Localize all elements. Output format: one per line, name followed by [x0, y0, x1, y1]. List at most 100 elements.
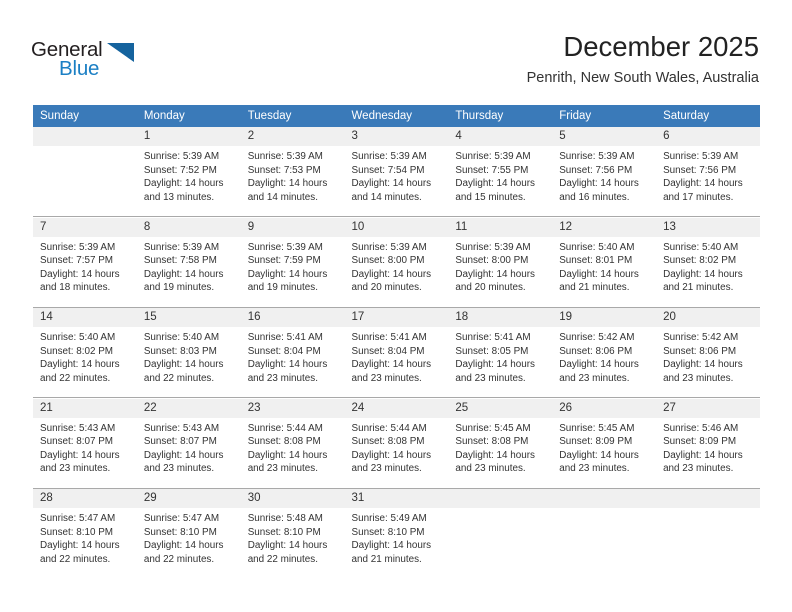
day-cell-inner: 3 Sunrise: 5:39 AM Sunset: 7:54 PM Daylight… [344, 127, 449, 216]
calendar-cell-empty [33, 127, 137, 217]
sunrise-time: Sunrise: 5:47 AM [143, 513, 220, 524]
day-number: 20 [656, 308, 760, 327]
sunrise-time: Sunrise: 5:40 AM [40, 332, 116, 343]
calendar-day-cell[interactable]: 18 Sunrise: 5:41 AM Sunset: 8:05 PM Dayligh… [448, 308, 553, 398]
day-number: 23 [240, 398, 345, 418]
sunset-time: Sunset: 8:08 PM [351, 436, 425, 448]
sunrise-time: Sunrise: 5:39 AM [40, 241, 116, 253]
daylight-duration-line1: Daylight: 14 hours [40, 540, 120, 552]
calendar-day-cell[interactable]: 17 Sunrise: 5:41 AM Sunset: 8:04 PM Dayligh… [344, 308, 449, 398]
daylight-duration-line2: and 22 minutes. [143, 372, 215, 384]
day-cell-inner: 10 Sunrise: 5:39 AM Sunset: 8:00 PM Dayligh… [344, 217, 449, 307]
sunrise-time: Sunrise: 5:40 AM [663, 241, 739, 253]
calendar-day-cell[interactable]: 21 Sunrise: 5:43 AM Sunset: 8:07 PM Dayligh… [33, 398, 137, 489]
sunset-time: Sunset: 8:00 PM [455, 255, 529, 267]
weekday-header-sunday: Sunday [33, 105, 137, 127]
daylight-duration-line1: Daylight: 14 hours [247, 268, 328, 280]
day-number [448, 489, 553, 508]
calendar-day-cell[interactable]: 19 Sunrise: 5:42 AM Sunset: 8:06 PM Dayligh… [552, 308, 657, 398]
calendar-day-cell[interactable]: 1 Sunrise: 5:39 AM Sunset: 7:52 PM Daylight… [136, 127, 241, 217]
day-number: 6 [656, 127, 760, 146]
calendar-day-cell[interactable]: 11 Sunrise: 5:39 AM Sunset: 8:00 PM Dayligh… [448, 217, 553, 308]
daylight-duration-line2: and 22 minutes. [247, 553, 318, 565]
calendar-day-cell[interactable]: 5 Sunrise: 5:39 AM Sunset: 7:56 PM Daylight… [552, 127, 657, 217]
daylight-duration-line1: Daylight: 14 hours [143, 449, 224, 461]
calendar-day-cell[interactable]: 20 Sunrise: 5:42 AM Sunset: 8:06 PM Dayligh… [656, 308, 760, 398]
daylight-duration-line1: Daylight: 14 hours [351, 359, 432, 371]
sunset-time: Sunset: 7:57 PM [40, 255, 114, 267]
daylight-duration-line2: and 22 minutes. [40, 372, 111, 384]
calendar-day-cell[interactable]: 4 Sunrise: 5:39 AM Sunset: 7:55 PM Daylight… [448, 127, 553, 217]
weekday-header-wednesday: Wednesday [344, 105, 449, 127]
calendar-day-cell[interactable]: 10 Sunrise: 5:39 AM Sunset: 8:00 PM Dayligh… [344, 217, 449, 308]
sunset-time: Sunset: 7:58 PM [143, 255, 217, 267]
sunrise-time: Sunrise: 5:45 AM [455, 422, 531, 434]
day-cell-inner: 13 Sunrise: 5:40 AM Sunset: 8:02 PM Dayligh… [656, 217, 760, 307]
calendar-day-cell[interactable]: 30 Sunrise: 5:48 AM Sunset: 8:10 PM Dayligh… [240, 489, 345, 578]
sunset-time: Sunset: 8:05 PM [455, 345, 529, 357]
daylight-duration-line1: Daylight: 14 hours [247, 449, 328, 461]
sunset-time: Sunset: 7:56 PM [663, 164, 737, 176]
daylight-duration-line1: Daylight: 14 hours [247, 540, 328, 552]
day-details: Sunrise: 5:47 AM Sunset: 8:10 PM Daylight:… [33, 508, 137, 566]
day-details: Sunrise: 5:44 AM Sunset: 8:08 PM Daylight:… [345, 418, 449, 476]
calendar-day-cell[interactable]: 7 Sunrise: 5:39 AM Sunset: 7:57 PM Daylight… [33, 217, 137, 308]
calendar-day-cell[interactable]: 14 Sunrise: 5:40 AM Sunset: 8:02 PM Dayligh… [33, 308, 137, 398]
sunset-time: Sunset: 8:07 PM [40, 436, 114, 448]
daylight-duration-line2: and 22 minutes. [143, 553, 215, 565]
calendar-week-row: 1 Sunrise: 5:39 AM Sunset: 7:52 PM Daylight… [33, 127, 760, 217]
day-number: 27 [656, 398, 760, 418]
day-cell-inner: 5 Sunrise: 5:39 AM Sunset: 7:56 PM Daylight… [552, 127, 657, 216]
day-number: 16 [240, 308, 345, 327]
sunset-time: Sunset: 7:52 PM [143, 164, 217, 176]
calendar-day-cell[interactable]: 15 Sunrise: 5:40 AM Sunset: 8:03 PM Dayligh… [136, 308, 241, 398]
day-details: Sunrise: 5:42 AM Sunset: 8:06 PM Daylight:… [656, 327, 760, 385]
calendar-day-cell[interactable]: 3 Sunrise: 5:39 AM Sunset: 7:54 PM Daylight… [344, 127, 449, 217]
daylight-duration-line2: and 22 minutes. [40, 553, 111, 565]
calendar-day-cell[interactable]: 13 Sunrise: 5:40 AM Sunset: 8:02 PM Dayligh… [656, 217, 760, 308]
daylight-duration-line1: Daylight: 14 hours [40, 359, 120, 371]
sunrise-time: Sunrise: 5:39 AM [247, 241, 323, 253]
logo-text-blue: Blue [59, 57, 100, 80]
day-details: Sunrise: 5:39 AM Sunset: 7:53 PM Daylight:… [241, 146, 345, 204]
day-cell-inner: 2 Sunrise: 5:39 AM Sunset: 7:53 PM Daylight… [240, 127, 345, 216]
calendar-day-cell[interactable]: 16 Sunrise: 5:41 AM Sunset: 8:04 PM Dayligh… [240, 308, 345, 398]
calendar-day-cell[interactable]: 28 Sunrise: 5:47 AM Sunset: 8:10 PM Dayligh… [33, 489, 137, 578]
day-cell-inner: 11 Sunrise: 5:39 AM Sunset: 8:00 PM Dayligh… [448, 217, 553, 307]
calendar-day-cell[interactable]: 8 Sunrise: 5:39 AM Sunset: 7:58 PM Daylight… [136, 217, 241, 308]
calendar-day-cell[interactable]: 6 Sunrise: 5:39 AM Sunset: 7:56 PM Daylight… [656, 127, 760, 217]
calendar-day-cell[interactable]: 22 Sunrise: 5:43 AM Sunset: 8:07 PM Dayligh… [136, 398, 241, 489]
calendar-day-cell[interactable]: 26 Sunrise: 5:45 AM Sunset: 8:09 PM Dayligh… [552, 398, 657, 489]
calendar-day-cell[interactable]: 27 Sunrise: 5:46 AM Sunset: 8:09 PM Dayligh… [656, 398, 760, 489]
calendar-day-cell[interactable]: 9 Sunrise: 5:39 AM Sunset: 7:59 PM Daylight… [240, 217, 345, 308]
sunset-time: Sunset: 8:07 PM [143, 436, 217, 448]
day-details: Sunrise: 5:42 AM Sunset: 8:06 PM Daylight:… [552, 327, 656, 385]
calendar-day-cell[interactable]: 25 Sunrise: 5:45 AM Sunset: 8:08 PM Dayligh… [448, 398, 553, 489]
daylight-duration-line1: Daylight: 14 hours [559, 268, 639, 280]
daylight-duration-line1: Daylight: 14 hours [143, 359, 224, 371]
calendar-day-cell[interactable]: 12 Sunrise: 5:40 AM Sunset: 8:01 PM Dayligh… [552, 217, 657, 308]
day-number: 4 [448, 127, 553, 146]
day-details: Sunrise: 5:46 AM Sunset: 8:09 PM Daylight:… [656, 418, 760, 476]
sunset-time: Sunset: 8:06 PM [559, 345, 633, 357]
daylight-duration-line2: and 23 minutes. [455, 372, 526, 384]
day-cell-inner: 26 Sunrise: 5:45 AM Sunset: 8:09 PM Dayligh… [552, 398, 657, 488]
day-details: Sunrise: 5:43 AM Sunset: 8:07 PM Daylight:… [137, 418, 241, 476]
calendar-day-cell[interactable]: 29 Sunrise: 5:47 AM Sunset: 8:10 PM Dayligh… [136, 489, 241, 578]
general-blue-logo[interactable]: General Blue [31, 38, 161, 82]
calendar-day-cell[interactable]: 2 Sunrise: 5:39 AM Sunset: 7:53 PM Daylight… [240, 127, 345, 217]
daylight-duration-line2: and 21 minutes. [351, 553, 422, 565]
sunset-time: Sunset: 8:10 PM [40, 526, 114, 538]
sunrise-time: Sunrise: 5:39 AM [143, 151, 220, 162]
sunset-time: Sunset: 8:00 PM [351, 255, 425, 267]
calendar-day-cell[interactable]: 23 Sunrise: 5:44 AM Sunset: 8:08 PM Dayligh… [240, 398, 345, 489]
sunrise-time: Sunrise: 5:39 AM [143, 241, 220, 253]
day-number: 29 [136, 489, 241, 508]
daylight-duration-line1: Daylight: 14 hours [559, 359, 639, 371]
day-details: Sunrise: 5:45 AM Sunset: 8:08 PM Daylight:… [448, 418, 552, 476]
page-subtitle: Penrith, New South Wales, Australia [526, 70, 759, 86]
daylight-duration-line2: and 23 minutes. [351, 463, 422, 475]
calendar-day-cell[interactable]: 31 Sunrise: 5:49 AM Sunset: 8:10 PM Dayligh… [344, 489, 449, 578]
daylight-duration-line1: Daylight: 14 hours [663, 178, 743, 190]
calendar-day-cell[interactable]: 24 Sunrise: 5:44 AM Sunset: 8:08 PM Dayligh… [344, 398, 449, 489]
